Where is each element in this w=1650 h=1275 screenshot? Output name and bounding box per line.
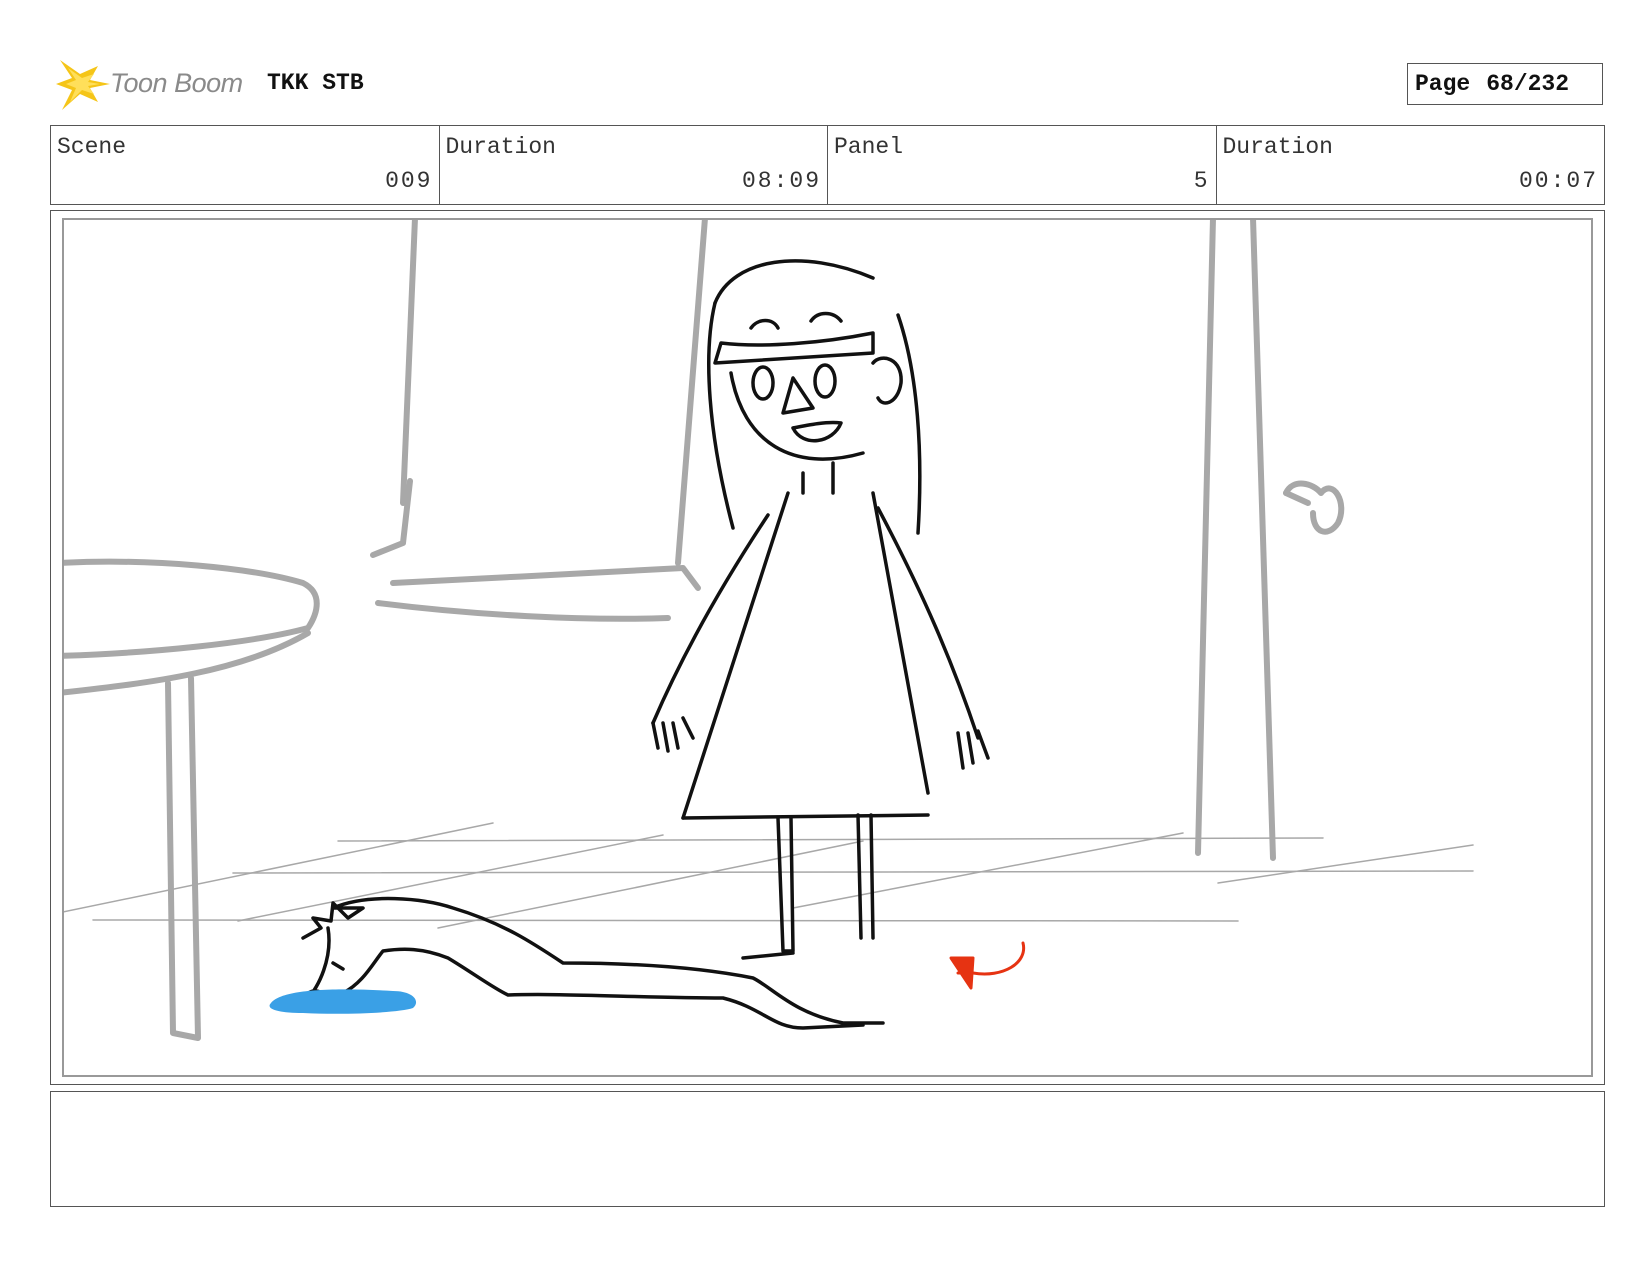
door-sketch (1195, 220, 1345, 861)
sofa-sketch (370, 220, 708, 622)
floor-lines (64, 822, 1474, 929)
panel-label: Panel (834, 134, 904, 160)
panel-duration-value: 00:07 (1518, 168, 1598, 194)
scene-duration-value: 08:09 (741, 168, 821, 194)
scene-duration-label: Duration (445, 134, 556, 160)
page-indicator: Page 68/232 (1407, 63, 1603, 105)
panel-drawing-area (62, 218, 1593, 1077)
panel-cell: Panel 5 (828, 126, 1217, 204)
page-label: Page (1415, 71, 1471, 97)
storyboard-panel (50, 210, 1605, 1085)
scene-duration-cell: Duration 08:09 (440, 126, 828, 204)
panel-info-table: Scene 009 Duration 08:09 Panel 5 Duratio… (50, 125, 1605, 205)
panel-duration-cell: Duration 00:07 (1217, 126, 1605, 204)
panel-sketch (64, 220, 1474, 1041)
project-title: TKK STB (267, 70, 364, 96)
star-burst-icon (56, 60, 110, 110)
girl-character (651, 259, 990, 960)
logo-text: Toon Boom (110, 68, 243, 98)
table-sketch (64, 558, 320, 1041)
panel-duration-label: Duration (1222, 134, 1333, 160)
panel-value: 5 (1193, 168, 1210, 194)
scene-cell: Scene 009 (51, 126, 440, 204)
toon-boom-logo: Toon Boom (54, 56, 254, 112)
scene-value: 009 (385, 168, 433, 194)
water-puddle (269, 989, 417, 1014)
panel-notes-box (50, 1091, 1605, 1207)
page-number: 68/232 (1486, 71, 1570, 97)
scene-label: Scene (57, 134, 127, 160)
red-arrow-annotation (949, 941, 1026, 990)
